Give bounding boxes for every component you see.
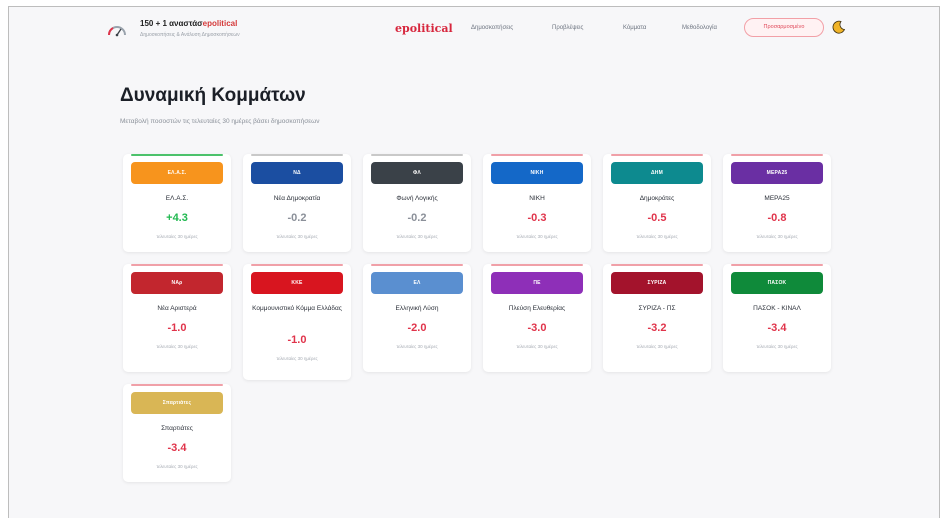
party-badge: ΕΛ [371,272,463,294]
party-name: Σπαρτιάτες [161,425,193,432]
party-name: Κομμουνιστικό Κόμμα Ελλάδας [252,305,342,312]
trend-indicator-line [131,264,223,266]
party-badge: ΜΕΡΑ25 [731,162,823,184]
party-card[interactable]: ΔΗΜ Δημοκράτες -0.5 τελευταίες 30 ημέρες [603,154,711,252]
party-badge: ΔΗΜ [611,162,703,184]
browser-viewport: 150 + 1 αναστάσepolitical Δημοσκοπήσεις … [8,6,940,518]
trend-indicator-line [371,154,463,156]
page-subtitle: Μεταβολή ποσοστών τις τελευταίες 30 ημέρ… [120,118,320,125]
party-name: Δημοκράτες [639,195,675,202]
change-value: -3.4 [167,442,187,454]
party-name: Νέα Δημοκρατία [273,195,321,202]
party-name: ΣΥΡΙΖΑ - ΠΣ [638,305,676,312]
brand-title-main: 150 + 1 [140,19,170,28]
trend-indicator-line [611,154,703,156]
party-card[interactable]: ΚΚΕ Κομμουνιστικό Κόμμα Ελλάδας -1.0 τελευτ… [243,264,351,380]
party-badge: ΚΚΕ [251,272,343,294]
party-card[interactable]: ΣΥΡΙΖΑ ΣΥΡΙΖΑ - ΠΣ -3.2 τελευταίες 30 ημέρε… [603,264,711,372]
party-card[interactable]: ΕΛ Ελληνική Λύση -2.0 τελευταίες 30 ημέρες [363,264,471,372]
party-card[interactable]: ΕΛ.Α.Σ. ΕΛ.Α.Σ. +4.3 τελευταίες 30 ημέρες [123,154,231,252]
change-value: -0.8 [767,212,787,224]
period-label: τελευταίες 30 ημέρες [156,464,198,469]
moon-icon[interactable] [832,20,846,34]
trend-indicator-line [131,384,223,386]
party-name: Ελληνική Λύση [395,305,439,312]
party-card[interactable]: Σπαρτιάτες Σπαρτιάτες -3.4 τελευταίες 30 ημ… [123,384,231,482]
change-value: -0.2 [407,212,427,224]
party-name: Νέα Αριστερά [157,305,197,312]
nav-link-methodology[interactable]: Μεθοδολογία [682,25,717,31]
party-badge: ΝΑρ [131,272,223,294]
party-card[interactable]: ΠΑΣΟΚ ΠΑΣΟΚ - ΚΙΝΑΛ -3.4 τελευταίες 30 ημέρ… [723,264,831,372]
change-value: -0.2 [287,212,307,224]
change-value: -0.3 [527,212,547,224]
nav-link-forecasts[interactable]: Προβλέψεις [552,25,583,31]
period-label: τελευταίες 30 ημέρες [636,344,678,349]
change-value: -1.0 [287,334,307,346]
party-name: Φωνή Λογικής [396,195,438,202]
trend-indicator-line [611,264,703,266]
party-badge: ΝΙΚΗ [491,162,583,184]
party-badge: ΦΛ [371,162,463,184]
period-label: τελευταίες 30 ημέρες [156,234,198,239]
party-badge: Σπαρτιάτες [131,392,223,414]
party-card[interactable]: ΝΙΚΗ ΝΙΚΗ -0.3 τελευταίες 30 ημέρες [483,154,591,252]
trend-indicator-line [251,264,343,266]
party-badge: ΕΛ.Α.Σ. [131,162,223,184]
trend-indicator-line [491,264,583,266]
party-name: ΠΑΣΟΚ - ΚΙΝΑΛ [753,305,801,312]
period-label: τελευταίες 30 ημέρες [516,234,558,239]
party-name: Πλεύση Ελευθερίας [508,305,566,312]
period-label: τελευταίες 30 ημέρες [396,234,438,239]
change-value: -0.5 [647,212,667,224]
page-title: Δυναμική Κομμάτων [120,85,306,106]
party-badge: ΣΥΡΙΖΑ [611,272,703,294]
trend-indicator-line [251,154,343,156]
change-value: -1.0 [167,322,187,334]
party-card[interactable]: ΠΕ Πλεύση Ελευθερίας -3.0 τελευταίες 30 ημέ… [483,264,591,372]
change-value: -3.2 [647,322,667,334]
change-value: -3.4 [767,322,787,334]
trend-indicator-line [731,264,823,266]
period-label: τελευταίες 30 ημέρες [396,344,438,349]
party-name: ΜΕΡΑ25 [764,195,790,202]
period-label: τελευταίες 30 ημέρες [156,344,198,349]
party-card[interactable]: ΜΕΡΑ25 ΜΕΡΑ25 -0.8 τελευταίες 30 ημέρες [723,154,831,252]
party-card[interactable]: ΦΛ Φωνή Λογικής -0.2 τελευταίες 30 ημέρες [363,154,471,252]
period-label: τελευταίες 30 ημέρες [516,344,558,349]
party-name: ΝΙΚΗ [529,195,545,202]
period-label: τελευταίες 30 ημέρες [276,356,318,361]
change-value: -2.0 [407,322,427,334]
party-badge: ΠΕ [491,272,583,294]
party-card[interactable]: ΝΑρ Νέα Αριστερά -1.0 τελευταίες 30 ημέρες [123,264,231,372]
custom-button[interactable]: Προσαρμοσμένο [744,18,824,37]
period-label: τελευταίες 30 ημέρες [636,234,678,239]
trend-indicator-line [131,154,223,156]
party-badge: ΠΑΣΟΚ [731,272,823,294]
brand-title-accent: epolitical [202,19,238,28]
brand-title-rest: αναστάσ [169,19,203,28]
period-label: τελευταίες 30 ημέρες [756,234,798,239]
nav-link-polls[interactable]: Δημοσκοπήσεις [471,25,513,31]
nav-logo[interactable]: epolitical [395,22,453,35]
period-label: τελευταίες 30 ημέρες [276,234,318,239]
party-badge: ΝΔ [251,162,343,184]
change-value: -3.0 [527,322,547,334]
trend-indicator-line [731,154,823,156]
period-label: τελευταίες 30 ημέρες [756,344,798,349]
change-value: +4.3 [166,212,188,224]
nav-link-parties[interactable]: Κόμματα [623,25,646,31]
party-name: ΕΛ.Α.Σ. [165,195,189,202]
brand-subtitle: Δημοσκοπήσεις & Ανάλυση Δημοσκοπήσεων [140,32,240,38]
trend-indicator-line [371,264,463,266]
brand-title[interactable]: 150 + 1 αναστάσepolitical [140,19,237,28]
party-card[interactable]: ΝΔ Νέα Δημοκρατία -0.2 τελευταίες 30 ημέρες [243,154,351,252]
gauge-icon[interactable] [107,23,127,37]
top-navigation-bar: 150 + 1 αναστάσepolitical Δημοσκοπήσεις … [9,7,939,53]
trend-indicator-line [491,154,583,156]
